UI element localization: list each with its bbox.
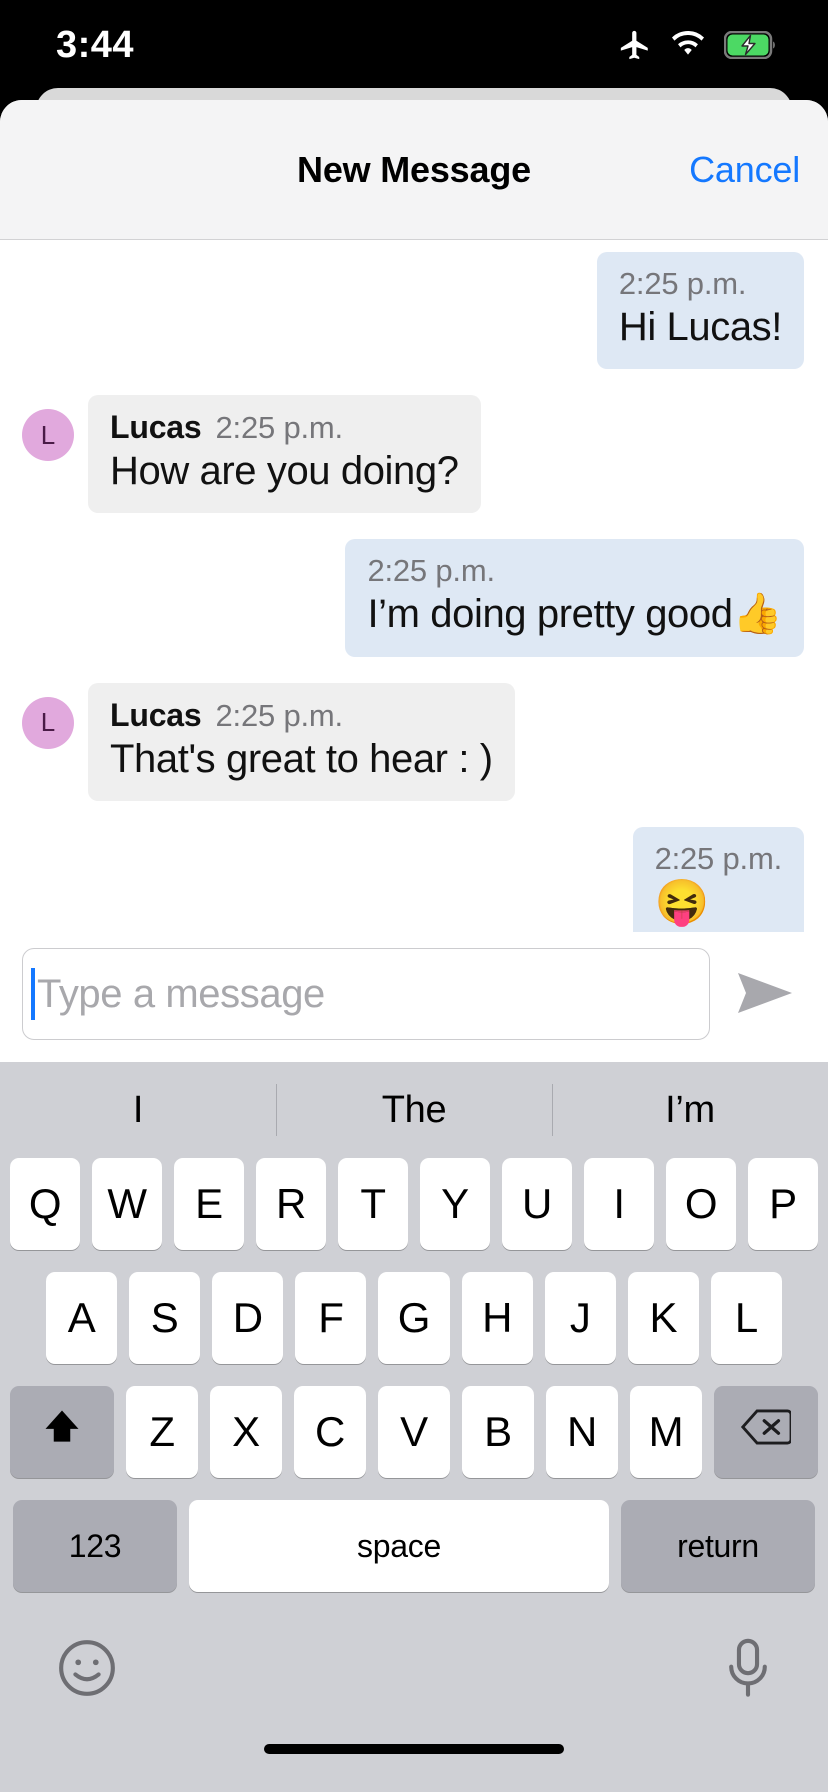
key-y[interactable]: Y [420,1158,490,1250]
message-text: 😝 [654,877,710,927]
airplane-mode-icon [618,28,652,62]
message-meta: Lucas 2:25 p.m. [110,697,493,734]
on-screen-keyboard: I The I’m QWERTYUIOP ASDFGHJKL ZXCVBNM 1… [0,1062,828,1792]
return-key[interactable]: return [621,1500,815,1592]
message-timestamp: 2:25 p.m. [654,840,783,876]
message-text: That's great to hear : ) [110,736,493,781]
key-a[interactable]: A [46,1272,118,1364]
key-e[interactable]: E [174,1158,244,1250]
message-input[interactable]: Type a message [22,948,710,1040]
text-caret [31,968,35,1020]
keyboard-row-3: ZXCVBNM [0,1386,828,1478]
message-bubble[interactable]: 2:25 p.m. 😝 [632,826,804,932]
shift-key[interactable] [10,1386,114,1478]
message-meta: 2:25 p.m. [619,266,782,302]
key-d[interactable]: D [212,1272,284,1364]
send-arrow-icon [734,967,796,1022]
message-row: L Lucas 2:25 p.m. That's great to hear : ) [0,682,828,801]
key-k[interactable]: K [627,1272,699,1364]
home-indicator[interactable] [264,1744,564,1754]
new-message-sheet: New Message Cancel 2:25 p.m. Hi Lucas! L Lu… [0,100,828,1792]
message-meta: 2:25 p.m. [367,553,782,589]
suggestion-2[interactable]: The [276,1089,552,1132]
key-v[interactable]: V [378,1386,450,1478]
keyboard-row-2: ASDFGHJKL [0,1272,828,1364]
message-row: L Lucas 2:25 p.m. How are you doing? [0,395,828,514]
suggestion-3[interactable]: I’m [552,1089,828,1132]
key-f[interactable]: F [295,1272,367,1364]
message-bubble[interactable]: Lucas 2:25 p.m. That's great to hear : ) [88,682,515,801]
keyboard-suggestion-bar: I The I’m [0,1062,828,1158]
key-w[interactable]: W [92,1158,162,1250]
microphone-key[interactable] [724,1637,772,1704]
keyboard-row-4: 123 space return [0,1500,828,1592]
message-text: How are you doing? [110,449,459,494]
status-icons-group [618,28,778,62]
message-meta: Lucas 2:25 p.m. [110,409,459,446]
key-t[interactable]: T [338,1158,408,1250]
send-button[interactable] [720,949,810,1039]
keyboard-row-1: QWERTYUIOP [0,1158,828,1250]
message-timestamp: 2:25 p.m. [618,266,747,301]
avatar[interactable]: L [22,409,74,462]
message-bubble[interactable]: 2:25 p.m. I’m doing pretty good👍 [345,539,804,657]
key-o[interactable]: O [666,1158,736,1250]
status-bar: 3:44 [0,0,828,90]
emoji-key[interactable] [56,1637,118,1704]
message-input-placeholder: Type a message [37,971,325,1016]
key-c[interactable]: C [294,1386,366,1478]
key-x[interactable]: X [210,1386,282,1478]
message-composer: Type a message [0,932,828,1062]
key-s[interactable]: S [129,1272,201,1364]
key-u[interactable]: U [502,1158,572,1250]
key-r[interactable]: R [256,1158,326,1250]
backspace-icon [740,1408,793,1456]
message-meta: 2:25 p.m. [654,840,783,877]
message-sender: Lucas [110,409,202,446]
message-text: Hi Lucas! [618,305,783,349]
numbers-key[interactable]: 123 [13,1500,177,1592]
message-sender: Lucas [110,696,202,733]
cancel-button[interactable]: Cancel [689,149,800,191]
battery-charging-icon [724,31,778,59]
home-indicator-area [0,1730,828,1792]
message-timestamp: 2:25 p.m. [367,553,495,589]
key-p[interactable]: P [748,1158,818,1250]
key-n[interactable]: N [546,1386,618,1478]
shift-icon [40,1405,84,1459]
sheet-header: New Message Cancel [0,100,828,240]
key-j[interactable]: J [544,1272,616,1364]
message-text: I’m doing pretty good👍 [367,592,782,637]
wifi-icon [669,31,707,59]
message-list[interactable]: 2:25 p.m. Hi Lucas! L Lucas 2:25 p.m. How are… [0,240,828,932]
key-g[interactable]: G [378,1272,450,1364]
backspace-key[interactable] [714,1386,818,1478]
message-row: 2:25 p.m. Hi Lucas! [0,252,828,370]
message-row: 2:25 p.m. I’m doing pretty good👍 [0,539,828,657]
key-z[interactable]: Z [126,1386,198,1478]
phone-screen: 3:44 New Message Cancel 2:25 p.m. Hi Luc… [0,0,828,1792]
page-title: New Message [297,148,531,190]
message-timestamp: 2:25 p.m. [215,697,344,733]
keyboard-row-3-letters: ZXCVBNM [126,1386,702,1478]
status-time: 3:44 [56,23,135,66]
key-m[interactable]: M [630,1386,702,1478]
keyboard-bottom-bar [0,1610,828,1730]
message-bubble[interactable]: Lucas 2:25 p.m. How are you doing? [88,395,481,514]
key-i[interactable]: I [584,1158,654,1250]
key-q[interactable]: Q [10,1158,80,1250]
message-timestamp: 2:25 p.m. [215,410,344,446]
space-key[interactable]: space [189,1500,609,1592]
suggestion-1[interactable]: I [0,1089,276,1132]
message-bubble[interactable]: 2:25 p.m. Hi Lucas! [596,252,804,370]
avatar[interactable]: L [22,696,74,749]
key-h[interactable]: H [461,1272,533,1364]
message-row: 2:25 p.m. 😝 [0,826,828,932]
key-b[interactable]: B [462,1386,534,1478]
key-l[interactable]: L [710,1272,782,1364]
